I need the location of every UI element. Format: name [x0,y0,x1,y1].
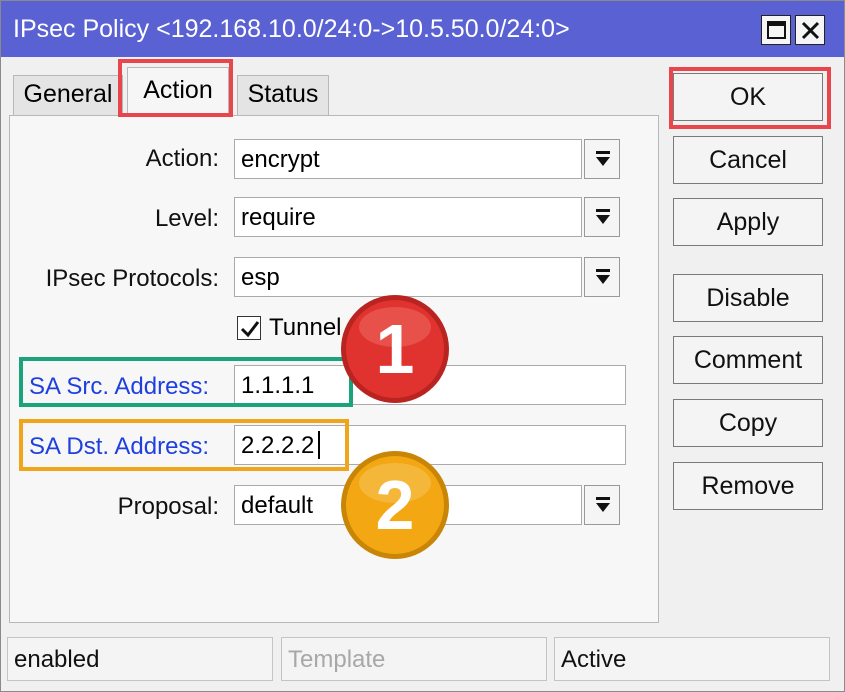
tab-status[interactable]: Status [237,75,329,115]
level-label: Level: [154,205,219,232]
tunnel-checkbox[interactable] [237,316,261,340]
remove-button[interactable]: Remove [673,462,823,510]
status-active: Active [554,637,830,681]
tab-general[interactable]: General [13,75,123,115]
step-2-number: 2 [376,466,415,544]
status-template: Template [281,637,547,681]
checkmark-icon [240,321,260,338]
action-label: Action: [145,145,219,172]
maximize-icon [767,21,786,39]
sa-dst-highlight [19,419,349,471]
dropdown-arrow-icon [596,151,610,166]
proposal-dropdown[interactable] [584,485,620,525]
step-1-badge: 1 [339,293,451,405]
level-dropdown[interactable] [584,197,620,237]
disable-button[interactable]: Disable [673,274,823,322]
tunnel-label: Tunnel [269,314,342,341]
apply-button[interactable]: Apply [673,198,823,246]
dropdown-arrow-icon [596,209,610,224]
action-field[interactable]: encrypt [234,139,582,179]
close-button[interactable] [795,15,825,45]
window-title: IPsec Policy <192.168.10.0/24:0->10.5.50… [13,15,570,43]
proposal-label: Proposal: [117,493,219,520]
title-bar[interactable]: IPsec Policy <192.168.10.0/24:0->10.5.50… [1,1,844,57]
ipsec-protocols-field[interactable]: esp [234,257,582,297]
close-icon [801,21,820,40]
ok-button-highlight [669,67,831,129]
dropdown-arrow-icon [596,269,610,284]
cancel-button[interactable]: Cancel [673,136,823,184]
action-tab-highlight [118,59,233,117]
step-1-number: 1 [376,310,415,388]
level-field[interactable]: require [234,197,582,237]
ipsec-protocols-label: IPsec Protocols: [45,265,219,292]
comment-button[interactable]: Comment [673,336,823,384]
action-dropdown[interactable] [584,139,620,179]
copy-button[interactable]: Copy [673,399,823,447]
ipsec-protocols-dropdown[interactable] [584,257,620,297]
maximize-button[interactable] [761,15,791,45]
ipsec-policy-window: IPsec Policy <192.168.10.0/24:0->10.5.50… [0,0,845,692]
dropdown-arrow-icon [596,497,610,512]
sa-src-highlight [19,357,353,407]
step-2-badge: 2 [339,449,451,561]
status-enabled: enabled [7,637,273,681]
